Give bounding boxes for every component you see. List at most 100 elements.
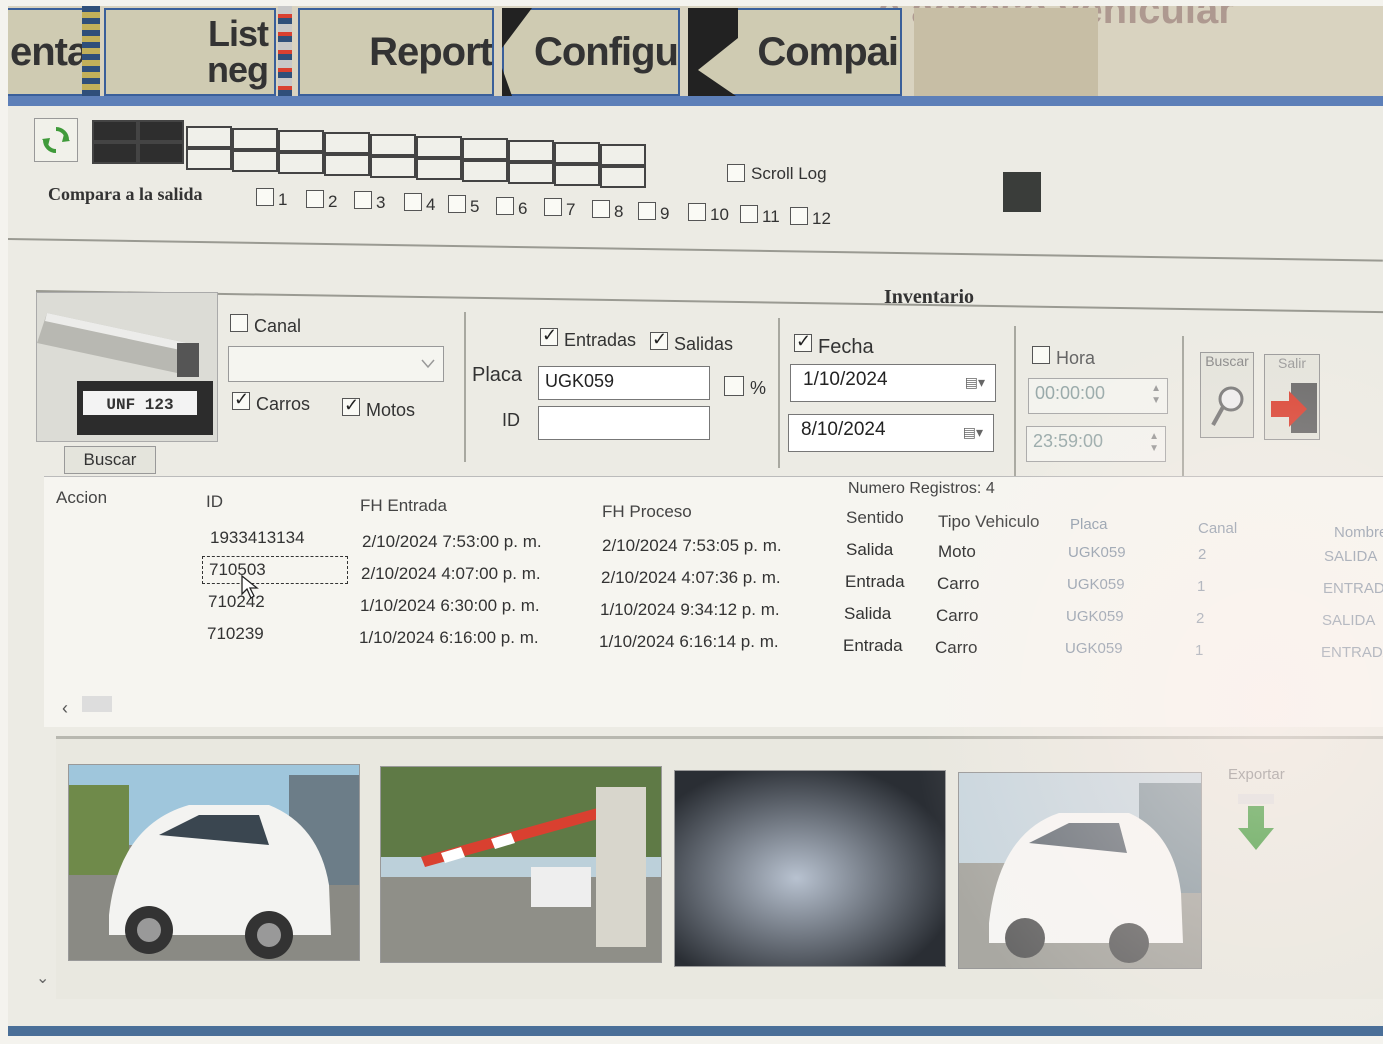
tab-stripe	[82, 6, 100, 96]
cell-fh-proceso[interactable]: 2/10/2024 4:07:36 p. m.	[601, 568, 781, 588]
compara-checkbox-3[interactable]	[354, 191, 372, 210]
tab-empty[interactable]	[914, 8, 1098, 96]
fecha-hasta-picker[interactable]: 8/10/2024 ▤▾	[788, 414, 994, 452]
header-fh-proceso[interactable]: FH Proceso	[602, 502, 692, 522]
header-accion[interactable]: Accion	[56, 488, 107, 508]
capture-image-3[interactable]	[674, 770, 946, 967]
compara-option-label: 6	[518, 198, 528, 218]
selected-cell-focus	[202, 556, 348, 584]
placa-input[interactable]: UGK059	[538, 366, 710, 400]
cell-tipo[interactable]: Moto	[938, 542, 976, 562]
compara-checkbox-12[interactable]	[790, 206, 808, 225]
canal-dropdown[interactable]	[228, 346, 444, 382]
cell-fh-entrada[interactable]: 1/10/2024 6:30:00 p. m.	[360, 596, 540, 616]
tab-listas-negras[interactable]: List neg	[104, 8, 276, 96]
cell-sentido[interactable]: Salida	[846, 540, 893, 560]
header-id[interactable]: ID	[206, 492, 223, 512]
cell-sentido[interactable]: Entrada	[843, 636, 903, 656]
cell-tipo[interactable]: Carro	[937, 574, 980, 594]
cell-placa[interactable]: UGK059	[1068, 544, 1126, 561]
cell-canal[interactable]: 1	[1197, 578, 1205, 595]
cell-id[interactable]: 710239	[207, 624, 264, 644]
id-input[interactable]	[538, 406, 710, 440]
cell-id[interactable]: 1933413134	[210, 528, 305, 548]
cell-fh-entrada[interactable]: 2/10/2024 4:07:00 p. m.	[361, 564, 541, 584]
hora-hasta-input[interactable]: 23:59:00 ▲ ▼	[1026, 426, 1166, 462]
cell-nombre[interactable]: SALIDA	[1324, 548, 1377, 565]
compara-checkbox-11[interactable]	[740, 205, 758, 223]
spinner-icon[interactable]: ▲ ▼	[1151, 383, 1161, 407]
cell-placa[interactable]: UGK059	[1066, 608, 1124, 625]
header-tipo-vehiculo[interactable]: Tipo Vehiculo	[938, 512, 1039, 532]
cell-nombre[interactable]: ENTRAD	[1323, 580, 1383, 597]
scroll-log-checkbox[interactable]	[727, 164, 745, 182]
id-label: ID	[502, 410, 520, 430]
channel-cell	[462, 160, 508, 182]
compara-checkbox-7[interactable]	[544, 198, 562, 217]
spinner-icon[interactable]: ▲ ▼	[1149, 431, 1159, 455]
compara-label: Compara a la salida	[48, 184, 203, 204]
tab-reportes[interactable]: Report	[298, 8, 494, 96]
salidas-checkbox[interactable]	[650, 329, 668, 350]
compara-checkbox-2[interactable]	[306, 189, 324, 208]
cell-sentido[interactable]: Salida	[844, 604, 891, 624]
carros-checkbox[interactable]	[232, 389, 250, 410]
header-placa[interactable]: Placa	[1070, 516, 1108, 533]
channel-cell	[186, 148, 232, 170]
scroll-left-icon[interactable]: ‹	[62, 698, 68, 719]
canal-checkbox[interactable]	[230, 314, 248, 332]
header-canal[interactable]: Canal	[1198, 520, 1237, 537]
cell-canal[interactable]: 2	[1196, 610, 1204, 627]
compara-checkbox-5[interactable]	[448, 194, 466, 213]
hora-desde-input[interactable]: 00:00:00 ▲ ▼	[1028, 378, 1168, 414]
cell-nombre[interactable]: SALIDA	[1322, 612, 1375, 629]
capture-image-2[interactable]	[380, 766, 662, 963]
motos-checkbox[interactable]	[342, 395, 360, 416]
header-nombre[interactable]: Nombre	[1334, 524, 1383, 541]
hora-hasta-value: 23:59:00	[1033, 431, 1104, 451]
compara-checkbox-6[interactable]	[496, 196, 514, 215]
calendar-icon[interactable]: ▤▾	[963, 424, 983, 441]
header-sentido[interactable]: Sentido	[846, 508, 904, 528]
cell-fh-proceso[interactable]: 1/10/2024 6:16:14 p. m.	[599, 632, 779, 652]
tab-stripe	[278, 6, 292, 96]
buscar-tab[interactable]: Buscar	[64, 446, 156, 474]
cell-canal[interactable]: 1	[1195, 642, 1203, 659]
cell-sentido[interactable]: Entrada	[845, 572, 905, 592]
buscar-button[interactable]: Buscar	[1200, 352, 1254, 438]
header-fh-entrada[interactable]: FH Entrada	[360, 496, 447, 516]
cell-placa[interactable]: UGK059	[1067, 576, 1125, 593]
compara-checkbox-4[interactable]	[404, 193, 422, 212]
salir-button[interactable]: Salir	[1264, 354, 1320, 440]
buscar-button-label: Buscar	[1205, 353, 1249, 369]
percent-checkbox[interactable]	[724, 376, 744, 396]
cell-fh-proceso[interactable]: 1/10/2024 9:34:12 p. m.	[600, 600, 780, 620]
cell-nombre[interactable]: ENTRADA	[1321, 644, 1383, 661]
cell-fh-proceso[interactable]: 2/10/2024 7:53:05 p. m.	[602, 536, 782, 556]
tab-corner-shape	[502, 8, 532, 96]
cell-tipo[interactable]: Carro	[936, 606, 979, 626]
refresh-button[interactable]	[34, 118, 78, 162]
export-button[interactable]	[1234, 792, 1278, 856]
cell-canal[interactable]: 2	[1198, 546, 1206, 563]
fecha-checkbox[interactable]	[794, 331, 812, 352]
compara-checkbox-1[interactable]	[256, 188, 274, 206]
compara-checkbox-9[interactable]	[638, 201, 656, 220]
scroll-down-icon[interactable]: ⌄	[36, 968, 49, 988]
cell-fh-entrada[interactable]: 2/10/2024 7:53:00 p. m.	[362, 532, 542, 552]
capture-image-1[interactable]	[68, 764, 360, 961]
entradas-checkbox[interactable]	[540, 325, 558, 346]
cell-tipo[interactable]: Carro	[935, 638, 978, 658]
hora-checkbox[interactable]	[1032, 346, 1050, 364]
horizontal-scrollbar-thumb[interactable]	[82, 696, 112, 712]
tab-incidencias[interactable]: enta	[8, 8, 84, 96]
compara-checkbox-8[interactable]	[592, 199, 610, 218]
compara-checkbox-10[interactable]	[688, 203, 706, 222]
chevron-down-icon	[421, 359, 435, 369]
calendar-icon[interactable]: ▤▾	[965, 374, 985, 391]
capture-image-4[interactable]	[958, 772, 1202, 969]
fecha-desde-picker[interactable]: 1/10/2024 ▤▾	[790, 364, 996, 402]
cell-fh-entrada[interactable]: 1/10/2024 6:16:00 p. m.	[359, 628, 539, 648]
cell-placa[interactable]: UGK059	[1065, 640, 1123, 657]
compara-option-label: 3	[376, 193, 386, 213]
